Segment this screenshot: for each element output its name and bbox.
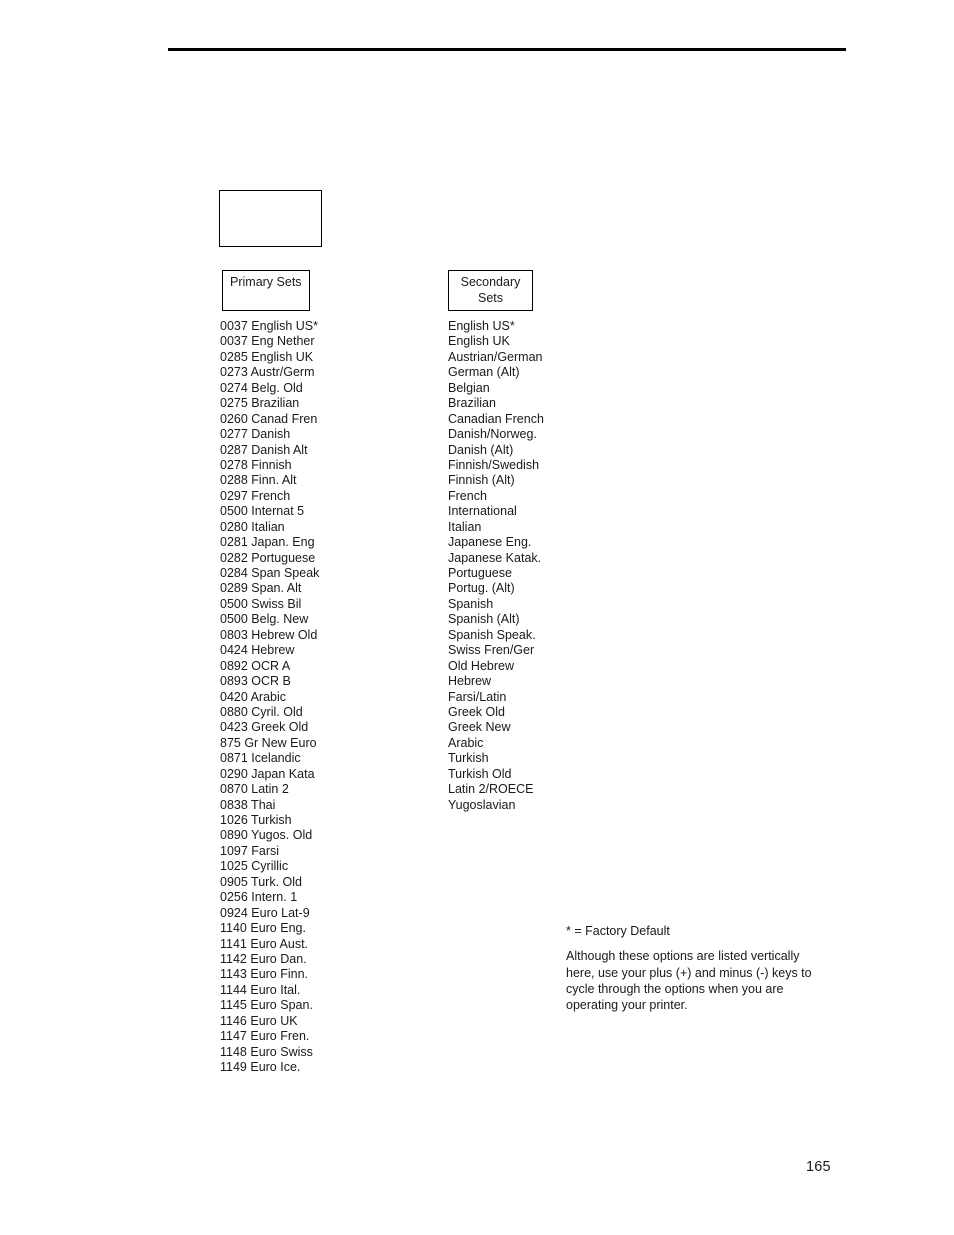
secondary-sets-header-box: Secondary Sets [448, 270, 533, 311]
secondary-set-item: Hebrew [448, 674, 492, 689]
primary-set-item: 1143 Euro Finn. [220, 967, 309, 982]
primary-set-item: 0892 OCR A [220, 658, 291, 673]
primary-set-item: 0290 Japan Kata [220, 766, 315, 781]
page-number: 165 [806, 1159, 831, 1175]
primary-set-item: 0838 Thai [220, 797, 276, 812]
primary-set-item: 1025 Cyrillic [220, 859, 289, 874]
primary-set-item: 1141 Euro Aust. [220, 936, 309, 951]
header-rule [168, 48, 846, 51]
secondary-set-item: Japanese Eng. [448, 535, 532, 550]
primary-set-item: 0273 Austr/Germ [220, 365, 315, 380]
factory-default-note: * = Factory Default [566, 924, 670, 938]
secondary-set-item: Belgian [448, 380, 490, 395]
primary-set-item: 1026 Turkish [220, 813, 292, 827]
secondary-set-item: Swiss Fren/Ger [448, 643, 535, 658]
secondary-set-item: Greek New [448, 720, 511, 735]
primary-set-item: 0282 Portuguese [220, 550, 316, 565]
primary-set-item: 0500 Internat 5 [220, 504, 305, 519]
secondary-set-item: Arabic [448, 735, 484, 750]
primary-set-item: 0280 Italian [220, 519, 285, 534]
secondary-sets-label-line2: Sets [477, 290, 503, 305]
secondary-set-item: Portuguese [448, 566, 512, 580]
primary-set-item: 0037 English US* [220, 319, 318, 333]
primary-set-item: 1097 Farsi [220, 843, 280, 858]
primary-set-item: 0289 Span. Alt [220, 581, 302, 596]
primary-sets-label: Primary Sets [230, 275, 302, 289]
usage-note: Although these options are listed vertic… [566, 949, 812, 1013]
menu-option-box [219, 190, 322, 247]
primary-set-item: 0287 Danish Alt [220, 442, 308, 457]
secondary-set-item: French [448, 488, 487, 503]
primary-set-item: 1140 Euro Eng. [220, 921, 306, 936]
primary-set-item: 0285 English UK [220, 349, 314, 364]
primary-set-item: 0924 Euro Lat-9 [220, 905, 310, 920]
primary-set-item: 0424 Hebrew [220, 643, 295, 658]
secondary-set-item: Danish (Alt) [448, 442, 514, 457]
primary-set-item: 0256 Intern. 1 [220, 890, 298, 905]
primary-set-item: 0274 Belg. Old [220, 380, 303, 395]
secondary-set-item: Finnish (Alt) [448, 473, 515, 488]
secondary-set-item: Canadian French [448, 411, 544, 426]
primary-set-item: 0037 Eng Nether [220, 334, 315, 349]
secondary-set-item: Turkish Old [448, 766, 512, 781]
primary-set-item: 1149 Euro Ice. [220, 1060, 301, 1074]
secondary-set-item: Spanish Speak. [448, 627, 536, 642]
primary-set-item: 0500 Belg. New [220, 612, 309, 627]
primary-sets-list: 0037 English US* 0037 Eng Nether 0285 Engl… [220, 319, 319, 1075]
secondary-set-item: International [448, 504, 517, 519]
primary-set-item: 0423 Greek Old [220, 720, 309, 735]
secondary-set-item: Danish/Norweg. [448, 427, 537, 442]
secondary-set-item: Greek Old [448, 704, 505, 719]
secondary-set-item: Old Hebrew [448, 658, 514, 673]
secondary-set-item: Yugoslavian [448, 797, 516, 812]
primary-set-item: 0890 Yugos. Old [220, 828, 313, 843]
primary-set-item: 0297 French [220, 488, 291, 503]
secondary-set-item: Japanese Katak. [448, 550, 542, 565]
footnote-block: * = Factory Default Although these optio… [566, 923, 818, 1013]
primary-set-item: 0871 Icelandic [220, 751, 301, 766]
secondary-set-item: Spanish (Alt) [448, 612, 520, 627]
secondary-set-item: English US* [448, 319, 515, 333]
primary-set-item: 0905 Turk. Old [220, 874, 302, 889]
primary-set-item: 1142 Euro Dan. [220, 951, 307, 966]
primary-set-item: 0288 Finn. Alt [220, 473, 297, 488]
secondary-set-item: Finnish/Swedish [448, 457, 540, 472]
secondary-set-item: Brazilian [448, 396, 496, 411]
secondary-sets-list: English US* English UK Austrian/German Germ… [448, 319, 544, 813]
secondary-set-item: Italian [448, 519, 482, 534]
primary-set-item: 1144 Euro Ital. [220, 982, 301, 997]
primary-sets-header-box: Primary Sets [222, 270, 310, 311]
secondary-set-item: Latin 2/ROECE [448, 782, 534, 797]
primary-set-item: 0284 Span Speak [220, 566, 320, 580]
secondary-set-item: English UK [448, 334, 510, 349]
primary-set-item: 0500 Swiss Bil [220, 596, 302, 611]
secondary-set-item: Spanish [448, 596, 494, 611]
primary-set-item: 875 Gr New Euro [220, 735, 317, 750]
primary-set-item: 0880 Cyril. Old [220, 704, 303, 719]
primary-set-item: 1146 Euro UK [220, 1013, 298, 1028]
primary-set-item: 0277 Danish [220, 427, 291, 442]
primary-set-item: 0420 Arabic [220, 689, 287, 704]
primary-set-item: 0870 Latin 2 [220, 782, 289, 797]
secondary-set-item: Portug. (Alt) [448, 581, 515, 596]
primary-set-item: 1145 Euro Span. [220, 998, 313, 1013]
primary-set-item: 0893 OCR B [220, 674, 291, 689]
secondary-sets-label-line1: Secondary [460, 275, 521, 289]
primary-set-item: 0260 Canad Fren [220, 411, 318, 426]
secondary-set-item: Austrian/German [448, 349, 543, 364]
primary-set-item: 0275 Brazilian [220, 396, 300, 411]
secondary-set-item: Farsi/Latin [448, 689, 507, 704]
secondary-set-item: German (Alt) [448, 365, 520, 380]
primary-set-item: 1148 Euro Swiss [220, 1044, 313, 1059]
primary-set-item: 0281 Japan. Eng [220, 535, 315, 550]
secondary-set-item: Turkish [448, 751, 489, 766]
primary-set-item: 1147 Euro Fren. [220, 1029, 310, 1044]
primary-set-item: 0803 Hebrew Old [220, 627, 318, 642]
primary-set-item: 0278 Finnish [220, 457, 292, 472]
